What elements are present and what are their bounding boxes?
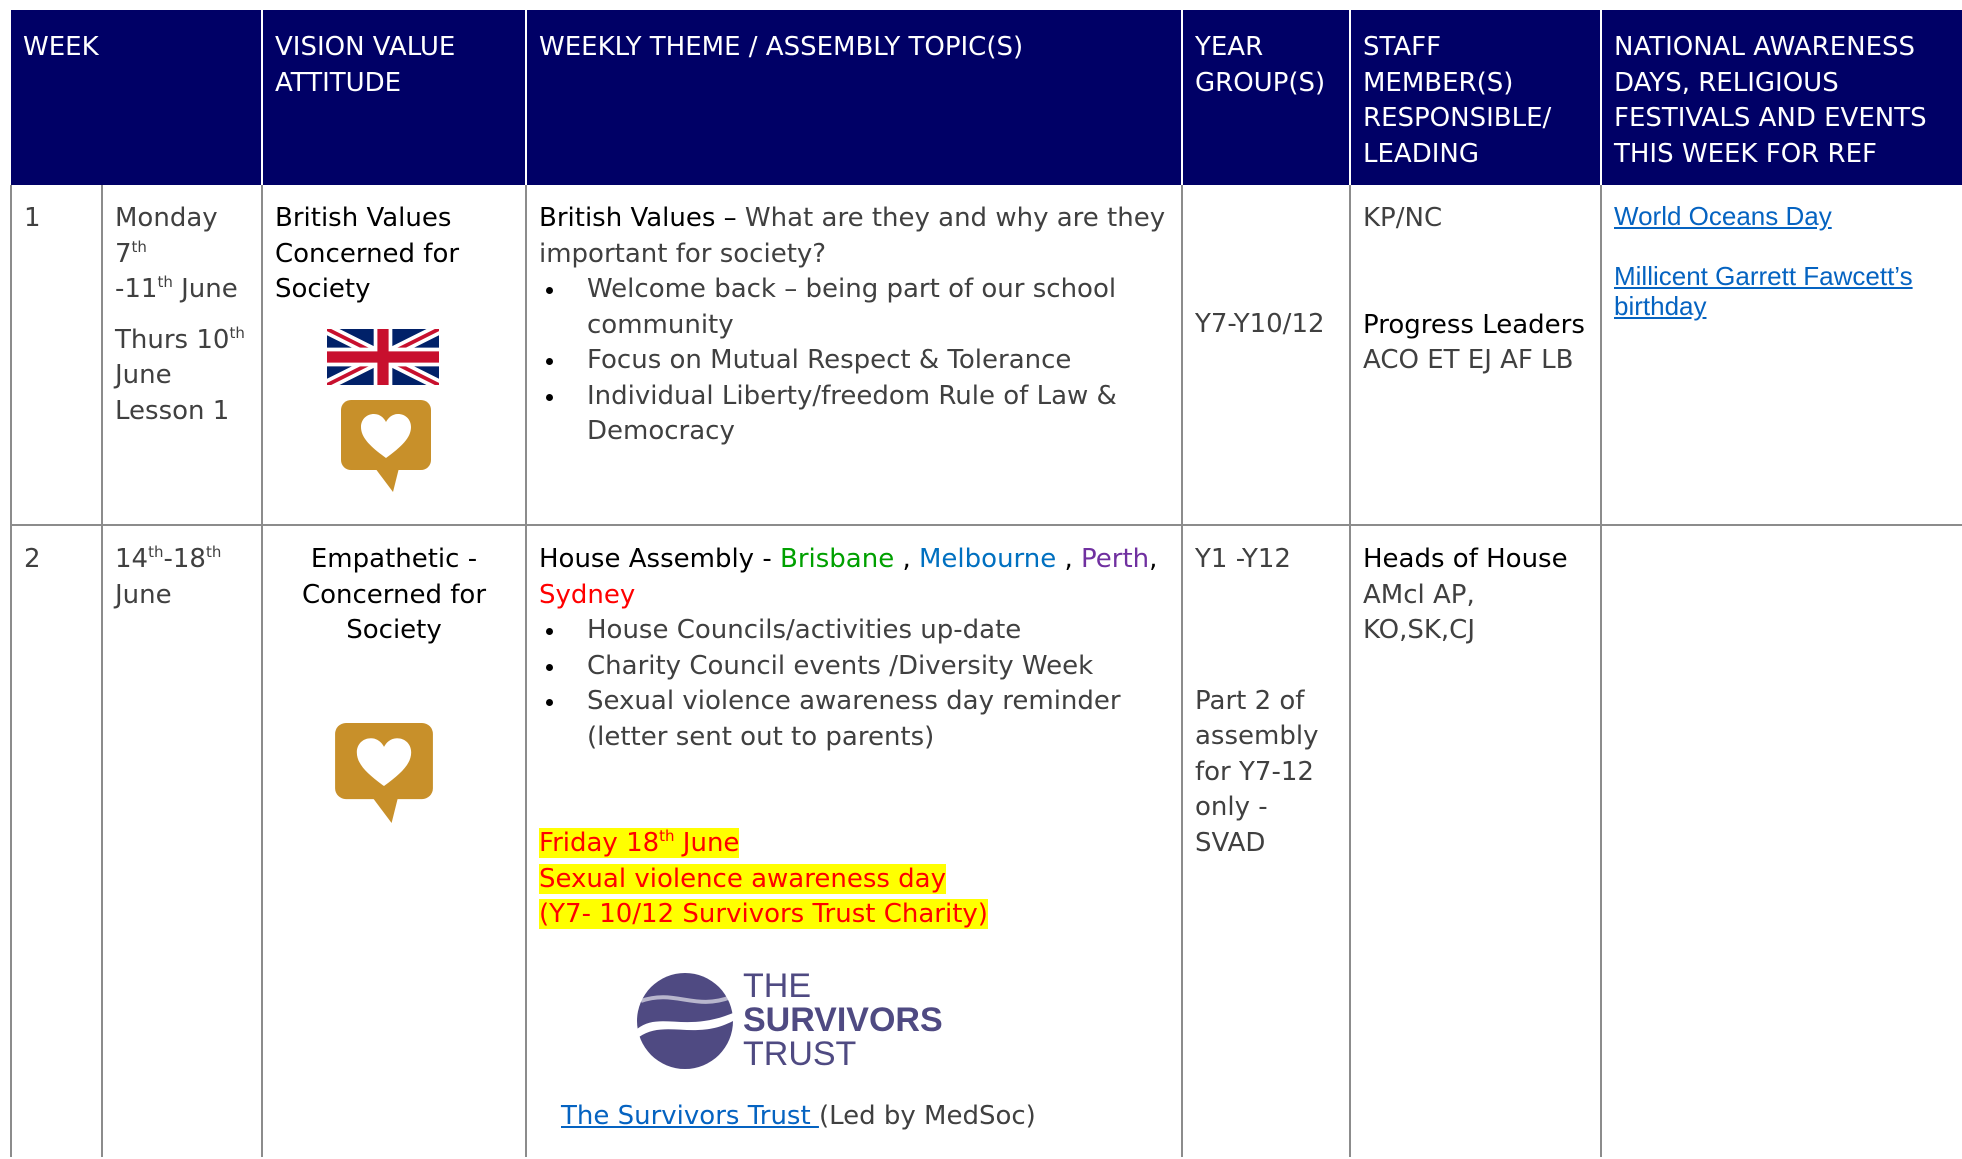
date-text: June [115,360,172,390]
date-text: Thurs 10 [115,324,230,355]
assembly-schedule-table: WEEK VISION VALUE ATTITUDE WEEKLY THEME … [10,10,1962,1157]
national-days: World Oceans Day Millicent Garrett Fawce… [1600,185,1962,526]
highlight-text: (Y7- 10/12 Survivors Trust Charity) [539,899,988,929]
theme-bullets: House Councils/activities up-date Charit… [539,613,1169,755]
house-perth: Perth [1081,544,1150,574]
date-sup: th [148,543,164,561]
survivors-trust-swoosh-icon [637,972,733,1069]
year-group: Y1 -Y12 Part 2 of assembly for Y7-12 onl… [1181,525,1350,1157]
table-row: 1 Monday 7th -11th June Thurs 10th June … [10,185,1962,526]
staff-initials: KP/NC [1363,203,1443,233]
header-national: NATIONAL AWARENESS DAYS, RELIGIOUS FESTI… [1600,10,1962,185]
vision-line: Concerned for [301,579,487,610]
list-item: Sexual violence awareness day reminder (… [546,684,1169,755]
year-note: Part 2 of [1195,685,1305,716]
year-note: for Y7-12 [1195,756,1314,787]
staff-responsible: KP/NC Progress Leaders ACO ET EJ AF LB [1349,185,1601,526]
vision-line: Society [346,615,442,645]
table-row: 2 14th-18th June Empathetic - Concerned … [10,525,1962,1157]
millicent-fawcett-link[interactable]: Millicent Garrett Fawcett’s birthday [1614,261,1951,321]
year-note: assembly [1195,721,1319,751]
separator: , [894,544,919,574]
staff-responsible: Heads of House AMcl AP, KO,SK,CJ [1349,525,1601,1157]
union-jack-flag [327,328,439,385]
staff-title: Progress Leaders [1363,309,1585,340]
highlight-text: Friday 18 [539,828,660,858]
header-week: WEEK [11,10,262,185]
list-item: Welcome back – being part of our school … [546,272,1169,343]
vision-value: British Values Concerned for Society [261,185,526,526]
year-note: only - SVAD [1195,792,1268,858]
vision-line: Society [275,274,371,304]
house-melbourne: Melbourne [919,544,1057,574]
highlight-text: June [674,828,740,858]
week-dates: 14th-18th June [101,525,262,1157]
date-text: June [115,579,172,610]
highlight-text: Sexual violence awareness day [539,863,946,894]
world-oceans-day-link[interactable]: World Oceans Day [1614,201,1951,231]
date-sup: th [229,323,245,342]
logo-text: SURVIVORS [743,1000,943,1039]
week-number: 2 [10,525,102,1157]
logo-text: THE [743,966,811,1005]
house-sydney: Sydney [539,579,636,610]
header-vision: VISION VALUE ATTITUDE [261,10,526,185]
vision-line: Concerned for [275,238,460,269]
separator: , [1056,544,1082,574]
list-item: Charity Council events /Diversity Week [546,649,1169,685]
logo-text: TRUST [743,1034,857,1073]
date-text: Monday 7 [115,203,218,269]
date-sup: th [157,273,173,291]
date-sup: th [205,543,222,561]
staff-title: Heads of House [1363,544,1568,574]
header-theme: WEEKLY THEME / ASSEMBLY TOPIC(S) [525,10,1182,185]
list-item: Individual Liberty/freedom Rule of Law &… [546,379,1169,450]
theme-bullets: Welcome back – being part of our school … [539,272,1169,450]
lesson-text: Lesson 1 [115,395,230,426]
date-sup: th [131,237,147,256]
vision-line: British Values [275,203,452,233]
year-group: Y7-Y10/12 [1181,185,1350,526]
survivors-trust-link[interactable]: The Survivors Trust [561,1101,819,1131]
vision-line: Empathetic - [310,544,478,574]
national-days [1600,525,1962,1157]
weekly-theme: House Assembly - Brisbane , Melbourne , … [525,525,1182,1157]
theme-title: British Values – [539,203,737,233]
table-header-row: WEEK VISION VALUE ATTITUDE WEEKLY THEME … [11,10,1962,185]
separator: , [1149,544,1158,574]
theme-title: House Assembly - [539,544,780,574]
highlight-sup: th [659,827,675,845]
year-group-text: Y7-Y10/12 [1195,309,1325,339]
header-year-group: YEAR GROUP(S) [1181,10,1350,185]
vision-value: Empathetic - Concerned for Society [261,525,526,1157]
heart-speech-bubble-icon [341,399,431,492]
weekly-theme: British Values – What are they and why a… [525,185,1182,526]
list-item: Focus on Mutual Respect & Tolerance [546,343,1169,379]
heart-speech-bubble-icon [335,722,433,823]
date-text: 14 [115,544,149,574]
staff-names: AMcl AP, KO,SK,CJ [1363,579,1475,646]
survivors-trust-logo: THE SURVIVORS TRUST [635,969,1169,1099]
date-text: -18 [163,544,206,574]
svad-highlight: Friday 18th June Sexual violence awarene… [539,826,1169,933]
week-dates: Monday 7th -11th June Thurs 10th June Le… [101,185,262,526]
house-brisbane: Brisbane [779,544,895,574]
year-group-text: Y1 -Y12 [1195,544,1291,574]
week-number: 1 [10,185,102,526]
staff-names: ACO ET EJ AF LB [1363,345,1574,375]
date-text: June [172,274,238,304]
led-by-text: (Led by MedSoc) [818,1100,1036,1131]
header-staff: STAFF MEMBER(S) RESPONSIBLE/ LEADING [1349,10,1601,185]
date-text: -11 [115,274,158,304]
list-item: House Councils/activities up-date [546,613,1169,649]
